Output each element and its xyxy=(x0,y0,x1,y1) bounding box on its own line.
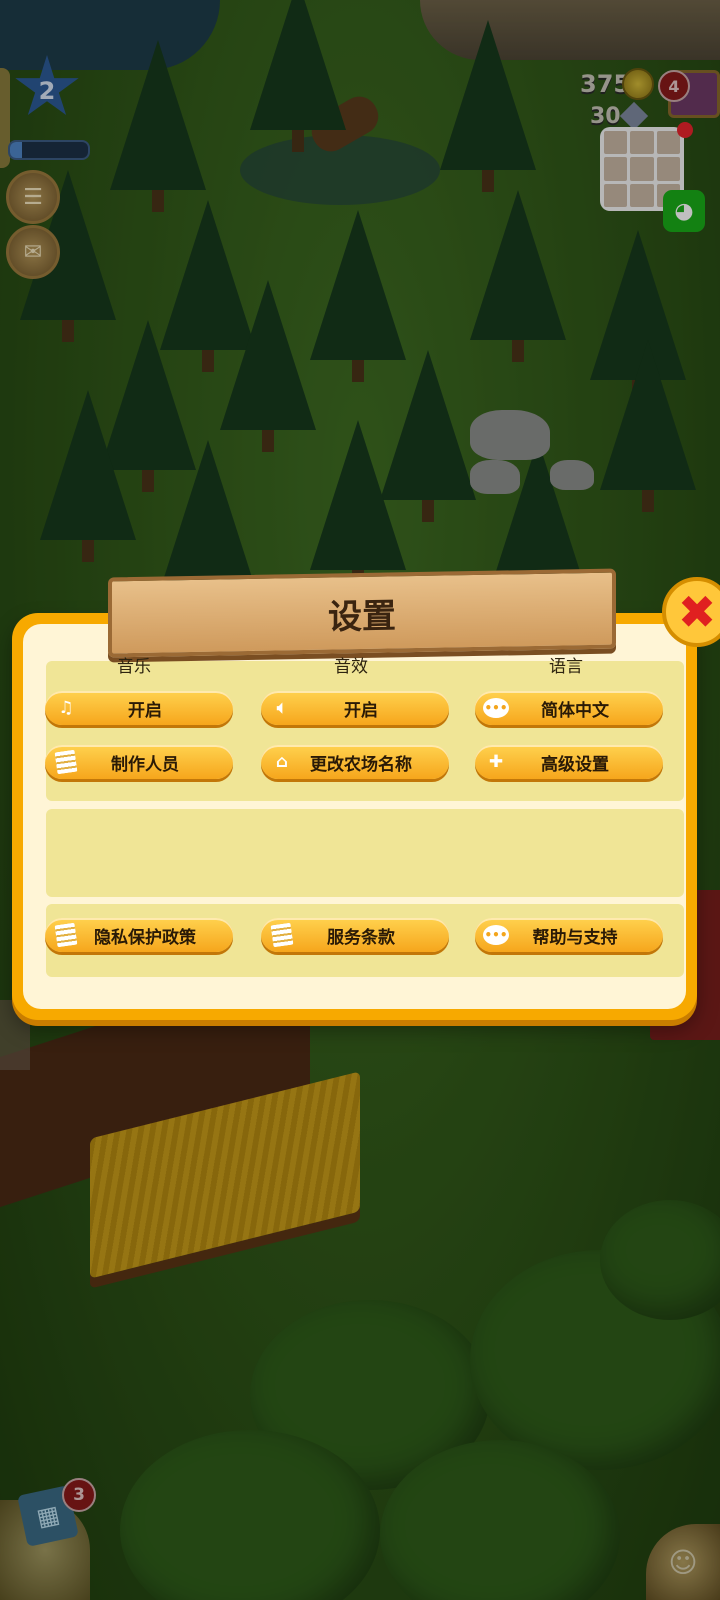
plus-icon: ✚ xyxy=(488,752,504,772)
rename-farm-button[interactable]: ⌂ 更改农场名称 xyxy=(261,745,449,779)
document-icon xyxy=(53,749,79,775)
document-icon xyxy=(53,922,79,948)
settings-panel-main xyxy=(46,661,684,801)
help-support-button[interactable]: ••• 帮助与支持 xyxy=(475,918,663,952)
speech-bubble-icon: ••• xyxy=(483,695,509,721)
document-icon xyxy=(269,922,295,948)
settings-panel-empty xyxy=(46,809,684,897)
language-button[interactable]: ••• 简体中文 xyxy=(475,691,663,725)
terms-of-service-label: 服务条款 xyxy=(327,927,395,948)
advanced-settings-button[interactable]: ✚ 高级设置 xyxy=(475,745,663,779)
help-support-label: 帮助与支持 xyxy=(532,927,618,948)
sfx-toggle-button[interactable]: 🔈︎ 开启 xyxy=(261,691,449,725)
rename-farm-label: 更改农场名称 xyxy=(310,754,412,775)
music-toggle-label: 开启 xyxy=(128,700,162,721)
terms-of-service-button[interactable]: 服务条款 xyxy=(261,918,449,952)
privacy-policy-button[interactable]: 隐私保护政策 xyxy=(45,918,233,952)
speaker-icon: 🔈︎ xyxy=(276,698,288,718)
sfx-label: 音效 xyxy=(334,657,368,677)
music-note-icon: ♫ xyxy=(58,698,74,718)
music-toggle-button[interactable]: ♫ 开启 xyxy=(45,691,233,725)
language-label: 语言 xyxy=(549,657,583,677)
advanced-settings-label: 高级设置 xyxy=(541,754,609,775)
close-icon: ✖ xyxy=(677,585,717,639)
music-label: 音乐 xyxy=(117,657,151,677)
speech-bubble-icon: ••• xyxy=(483,922,509,948)
dialog-title: 设置 xyxy=(328,595,396,638)
title-banner: 设置 xyxy=(108,568,616,658)
credits-label: 制作人员 xyxy=(111,754,179,775)
language-value: 简体中文 xyxy=(541,700,609,721)
credits-button[interactable]: 制作人员 xyxy=(45,745,233,779)
house-icon: ⌂ xyxy=(275,752,289,772)
privacy-policy-label: 隐私保护政策 xyxy=(94,927,196,948)
sfx-toggle-label: 开启 xyxy=(344,700,378,721)
